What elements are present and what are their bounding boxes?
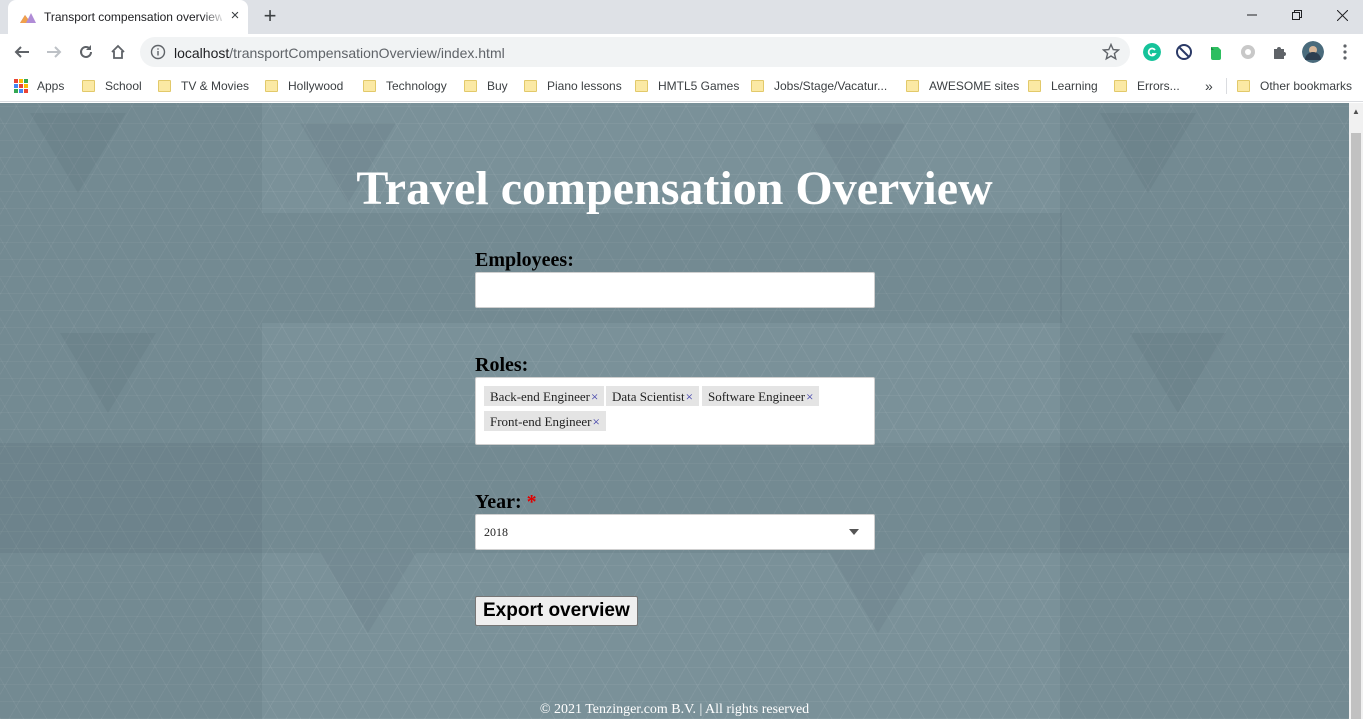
folder-icon: [1114, 80, 1127, 92]
year-label: Year: *: [475, 491, 537, 513]
background-pattern: [60, 333, 156, 413]
mountain-favicon-icon: [20, 13, 36, 23]
role-tag: Software Engineer×: [702, 386, 820, 406]
bookmark-folder[interactable]: HMTL5 Games: [635, 77, 739, 95]
roles-multiselect[interactable]: Back-end Engineer× Data Scientist× Softw…: [475, 377, 875, 445]
bookmarks-overflow-button[interactable]: »: [1205, 77, 1213, 95]
bookmark-folder[interactable]: Technology: [363, 77, 447, 95]
info-icon[interactable]: [150, 44, 166, 60]
profile-avatar[interactable]: [1302, 41, 1324, 63]
other-bookmarks[interactable]: Other bookmarks: [1237, 77, 1352, 95]
background-pattern: [320, 553, 416, 633]
arrow-right-icon: [47, 46, 62, 58]
scroll-up-arrow-icon[interactable]: ▲: [1349, 103, 1363, 120]
year-selected-value: 2018: [484, 525, 508, 539]
gear-extension-icon[interactable]: [1239, 43, 1257, 61]
remove-tag-icon[interactable]: ×: [592, 414, 599, 429]
folder-icon: [464, 80, 477, 92]
more-vertical-icon: [1343, 44, 1347, 60]
background-pattern: [830, 553, 926, 633]
bookmark-apps[interactable]: Apps: [14, 77, 64, 95]
tab-close-icon[interactable]: ×: [226, 7, 244, 25]
remove-tag-icon[interactable]: ×: [806, 389, 813, 404]
folder-icon: [751, 80, 764, 92]
folder-icon: [635, 80, 648, 92]
bookmark-folder[interactable]: Hollywood: [265, 77, 343, 95]
background-pattern: [1130, 333, 1226, 413]
folder-icon: [265, 80, 278, 92]
evernote-extension-icon[interactable]: [1207, 43, 1225, 61]
scrollbar-thumb[interactable]: [1351, 133, 1361, 719]
restore-icon: [1292, 10, 1302, 20]
bookmark-folder[interactable]: Learning: [1028, 77, 1098, 95]
blocker-extension-icon[interactable]: [1175, 43, 1193, 61]
folder-icon: [82, 80, 95, 92]
new-tab-button[interactable]: +: [258, 5, 282, 29]
bookmarks-bar: Apps School TV & Movies Hollywood Techno…: [0, 70, 1363, 102]
page-scrollbar[interactable]: ▲: [1349, 103, 1363, 719]
bookmark-star-icon[interactable]: [1102, 43, 1120, 61]
bookmark-folder[interactable]: TV & Movies: [158, 77, 249, 95]
required-marker: *: [526, 491, 537, 513]
role-tag: Front-end Engineer×: [484, 411, 606, 431]
folder-icon: [158, 80, 171, 92]
bookmark-folder[interactable]: AWESOME sites: [906, 77, 1019, 95]
footer-copyright: © 2021 Tenzinger.com B.V. | All rights r…: [539, 702, 810, 717]
browser-menu-button[interactable]: [1331, 38, 1359, 66]
browser-tab[interactable]: Transport compensation overview ×: [8, 0, 248, 34]
export-overview-button[interactable]: Export overview: [475, 596, 638, 626]
folder-icon: [906, 80, 919, 92]
arrow-left-icon: [14, 46, 29, 58]
apps-grid-icon: [14, 79, 28, 93]
browser-toolbar: localhost/transportCompensationOverview/…: [0, 34, 1363, 70]
home-button[interactable]: [104, 38, 132, 66]
minimize-button[interactable]: [1229, 0, 1275, 30]
role-tag: Back-end Engineer×: [484, 386, 605, 406]
reload-button[interactable]: [72, 38, 100, 66]
address-bar[interactable]: localhost/transportCompensationOverview/…: [140, 37, 1130, 67]
bookmark-folder[interactable]: School: [82, 77, 142, 95]
puzzle-extensions-icon[interactable]: [1271, 43, 1289, 61]
remove-tag-icon[interactable]: ×: [591, 389, 598, 404]
folder-icon: [1028, 80, 1041, 92]
restore-button[interactable]: [1274, 0, 1320, 30]
year-select[interactable]: 2018: [475, 514, 875, 550]
roles-label: Roles:: [475, 354, 529, 376]
bookmarks-divider: [1226, 78, 1227, 94]
page-viewport: Travel compensation Overview Employees: …: [0, 103, 1349, 719]
folder-icon: [524, 80, 537, 92]
folder-icon: [1237, 80, 1250, 92]
bookmark-folder[interactable]: Piano lessons: [524, 77, 622, 95]
bookmark-folder[interactable]: Buy: [464, 77, 508, 95]
close-window-button[interactable]: [1319, 0, 1363, 30]
bookmark-folder[interactable]: Jobs/Stage/Vacatur...: [751, 77, 887, 95]
employees-input[interactable]: [475, 272, 875, 308]
forward-button[interactable]: [40, 38, 68, 66]
employees-label: Employees:: [475, 249, 574, 271]
page-title: Travel compensation Overview: [356, 162, 993, 215]
dropdown-arrow-icon: [849, 529, 859, 535]
tab-title: Transport compensation overview: [44, 10, 222, 24]
role-tag: Data Scientist×: [606, 386, 699, 406]
url-text[interactable]: localhost/transportCompensationOverview/…: [174, 45, 505, 61]
minimize-icon: [1247, 14, 1257, 16]
tab-strip: Transport compensation overview × +: [0, 0, 1363, 34]
reload-icon: [80, 45, 92, 58]
folder-icon: [363, 80, 376, 92]
home-icon: [111, 44, 125, 59]
grammarly-extension-icon[interactable]: [1143, 43, 1161, 61]
close-icon: [1336, 9, 1348, 21]
back-button[interactable]: [8, 38, 36, 66]
remove-tag-icon[interactable]: ×: [686, 389, 693, 404]
bookmark-folder[interactable]: Errors...: [1114, 77, 1180, 95]
